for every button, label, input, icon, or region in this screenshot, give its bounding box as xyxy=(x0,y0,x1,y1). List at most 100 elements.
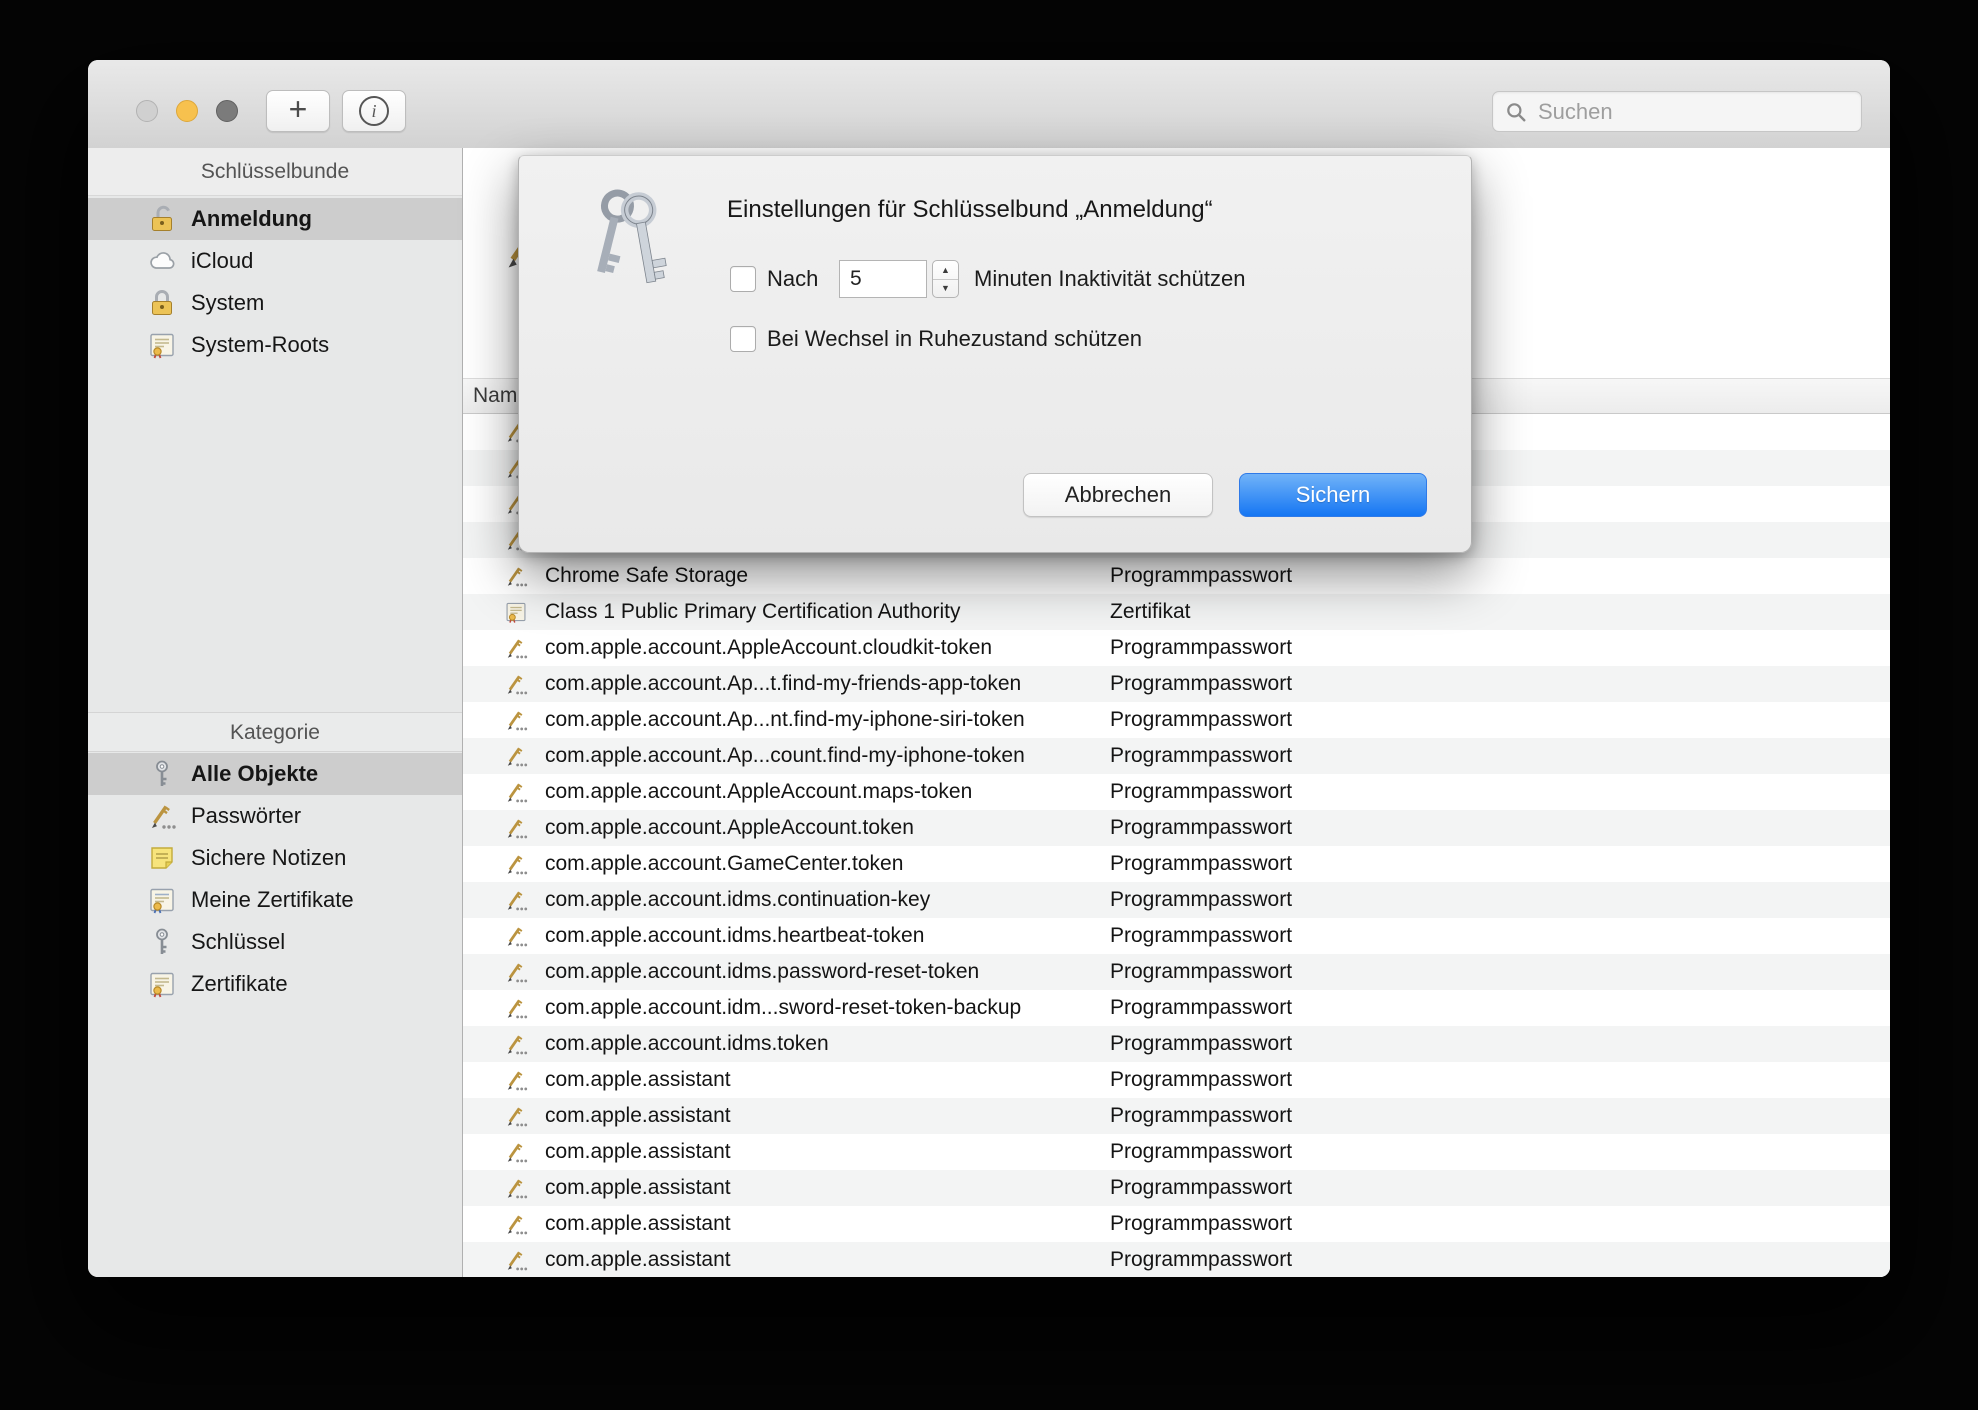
sidebar-item-label: System-Roots xyxy=(191,332,329,358)
password-key-icon xyxy=(503,959,529,985)
row-kind: Programmpasswort xyxy=(1110,744,1890,768)
minutes-stepper[interactable]: ▲ ▼ xyxy=(932,260,959,298)
row-name: com.apple.assistant xyxy=(545,1176,1110,1200)
row-kind: Programmpasswort xyxy=(1110,924,1890,948)
category-header: Kategorie xyxy=(88,712,462,752)
table-row[interactable]: com.apple.account.idms.tokenProgrammpass… xyxy=(463,1026,1890,1062)
row-name: com.apple.account.AppleAccount.maps-toke… xyxy=(545,780,1110,804)
row-kind: Programmpasswort xyxy=(1110,1068,1890,1092)
password-key-icon xyxy=(503,815,529,841)
sidebar-item-passw-rter[interactable]: Passwörter xyxy=(88,795,462,837)
password-key-icon xyxy=(503,743,529,769)
table-row[interactable]: com.apple.account.idms.password-reset-to… xyxy=(463,954,1890,990)
sidebar-item-sichere-notizen[interactable]: Sichere Notizen xyxy=(88,837,462,879)
row-kind: Programmpasswort xyxy=(1110,780,1890,804)
sidebar-item-icloud[interactable]: iCloud xyxy=(88,240,462,282)
table-row[interactable]: Class 1 Public Primary Certification Aut… xyxy=(463,594,1890,630)
row-kind: Programmpasswort xyxy=(1110,852,1890,876)
add-item-button[interactable]: + xyxy=(266,90,330,132)
search-input[interactable] xyxy=(1536,98,1849,126)
row-kind: Programmpasswort xyxy=(1110,1248,1890,1272)
stepper-up-icon[interactable]: ▲ xyxy=(933,261,958,280)
keychain-access-window: + i Schlüsselbunde AnmeldungiCloudSystem… xyxy=(88,60,1890,1277)
table-row[interactable]: com.apple.account.idm...sword-reset-toke… xyxy=(463,990,1890,1026)
zoom-button[interactable] xyxy=(216,100,238,122)
row-kind: Programmpasswort xyxy=(1110,1140,1890,1164)
get-info-button[interactable]: i xyxy=(342,90,406,132)
minimize-button[interactable] xyxy=(176,100,198,122)
password-key-icon xyxy=(503,707,529,733)
save-button[interactable]: Sichern xyxy=(1239,473,1427,517)
row-name: Class 1 Public Primary Certification Aut… xyxy=(545,600,1110,624)
sidebar-item-zertifikate[interactable]: Zertifikate xyxy=(88,963,462,1005)
keychain-list: Anmeldung iCloud System System-Roots xyxy=(88,198,462,366)
table-row[interactable]: com.apple.account.GameCenter.tokenProgra… xyxy=(463,846,1890,882)
sidebar-item-meine-zertifikate[interactable]: Meine Zertifikate xyxy=(88,879,462,921)
sidebar-item-label: iCloud xyxy=(191,248,253,274)
close-button[interactable] xyxy=(136,100,158,122)
row-name: com.apple.account.AppleAccount.cloudkit-… xyxy=(545,636,1110,660)
category-list: Alle Objekte PasswörterSichere NotizenMei… xyxy=(88,753,462,1005)
row-kind: Programmpasswort xyxy=(1110,1032,1890,1056)
row-kind: Programmpasswort xyxy=(1110,816,1890,840)
stepper-down-icon[interactable]: ▼ xyxy=(933,280,958,298)
password-key-icon xyxy=(503,1031,529,1057)
sidebar-item-system[interactable]: System xyxy=(88,282,462,324)
table-row[interactable]: com.apple.account.Ap...t.find-my-friends… xyxy=(463,666,1890,702)
table-row[interactable]: com.apple.account.Ap...nt.find-my-iphone… xyxy=(463,702,1890,738)
sidebar-item-anmeldung[interactable]: Anmeldung xyxy=(88,198,462,240)
password-key-icon xyxy=(503,779,529,805)
row-name: com.apple.account.Ap...t.find-my-friends… xyxy=(545,672,1110,696)
keychain-settings-dialog: Einstellungen für Schlüsselbund „Anmeldu… xyxy=(518,155,1472,553)
password-key-icon xyxy=(503,1175,529,1201)
sidebar-item-label: Alle Objekte xyxy=(191,761,318,787)
row-kind: Programmpasswort xyxy=(1110,672,1890,696)
password-key-icon xyxy=(146,800,178,832)
row-kind: Programmpasswort xyxy=(1110,708,1890,732)
row-name: com.apple.assistant xyxy=(545,1248,1110,1272)
password-key-icon xyxy=(503,1211,529,1237)
table-row[interactable]: com.apple.assistantProgrammpasswort xyxy=(463,1062,1890,1098)
sidebar-item-system-roots[interactable]: System-Roots xyxy=(88,324,462,366)
row-kind: Programmpasswort xyxy=(1110,960,1890,984)
row-name: com.apple.account.GameCenter.token xyxy=(545,852,1110,876)
table-row[interactable]: com.apple.account.AppleAccount.tokenProg… xyxy=(463,810,1890,846)
secure-note-icon xyxy=(146,842,178,874)
sidebar-item-alle-objekte[interactable]: Alle Objekte xyxy=(88,753,462,795)
row-name: com.apple.account.idms.heartbeat-token xyxy=(545,924,1110,948)
table-row[interactable]: com.apple.assistantProgrammpasswort xyxy=(463,1206,1890,1242)
screenshot-stage: + i Schlüsselbunde AnmeldungiCloudSystem… xyxy=(0,0,1978,1410)
key-icon xyxy=(146,926,178,958)
table-row[interactable]: com.apple.assistantProgrammpasswort xyxy=(463,1098,1890,1134)
table-row[interactable]: com.apple.account.idms.continuation-keyP… xyxy=(463,882,1890,918)
padlock-locked-icon xyxy=(146,287,178,319)
table-row[interactable]: com.apple.account.AppleAccount.cloudkit-… xyxy=(463,630,1890,666)
row-name: com.apple.assistant xyxy=(545,1068,1110,1092)
sidebar-item-label: System xyxy=(191,290,264,316)
table-row[interactable]: Chrome Safe StorageProgrammpasswort xyxy=(463,558,1890,594)
row-name: com.apple.account.idms.password-reset-to… xyxy=(545,960,1110,984)
lock-after-inactivity-checkbox[interactable] xyxy=(730,266,756,292)
password-key-icon xyxy=(503,563,529,589)
search-field[interactable] xyxy=(1492,91,1862,132)
row-name: Chrome Safe Storage xyxy=(545,564,1110,588)
plus-icon: + xyxy=(289,91,308,128)
table-row[interactable]: com.apple.assistantProgrammpasswort xyxy=(463,1170,1890,1206)
table-row[interactable]: com.apple.assistantProgrammpasswort xyxy=(463,1242,1890,1277)
search-icon xyxy=(1505,101,1527,123)
cancel-button[interactable]: Abbrechen xyxy=(1023,473,1213,517)
certificate-icon xyxy=(503,599,529,625)
table-row[interactable]: com.apple.assistantProgrammpasswort xyxy=(463,1134,1890,1170)
lock-on-sleep-checkbox[interactable] xyxy=(730,326,756,352)
cloud-icon xyxy=(146,245,178,277)
table-row[interactable]: com.apple.account.idms.heartbeat-tokenPr… xyxy=(463,918,1890,954)
table-row[interactable]: com.apple.account.Ap...count.find-my-iph… xyxy=(463,738,1890,774)
table-row[interactable]: com.apple.account.AppleAccount.maps-toke… xyxy=(463,774,1890,810)
sidebar-item-schl-ssel[interactable]: Schlüssel xyxy=(88,921,462,963)
row-name: com.apple.assistant xyxy=(545,1140,1110,1164)
row-name: com.apple.account.idm...sword-reset-toke… xyxy=(545,996,1110,1020)
row-name: com.apple.account.AppleAccount.token xyxy=(545,816,1110,840)
inactivity-minutes-input[interactable] xyxy=(839,260,927,298)
row-kind: Programmpasswort xyxy=(1110,996,1890,1020)
password-key-icon xyxy=(503,923,529,949)
